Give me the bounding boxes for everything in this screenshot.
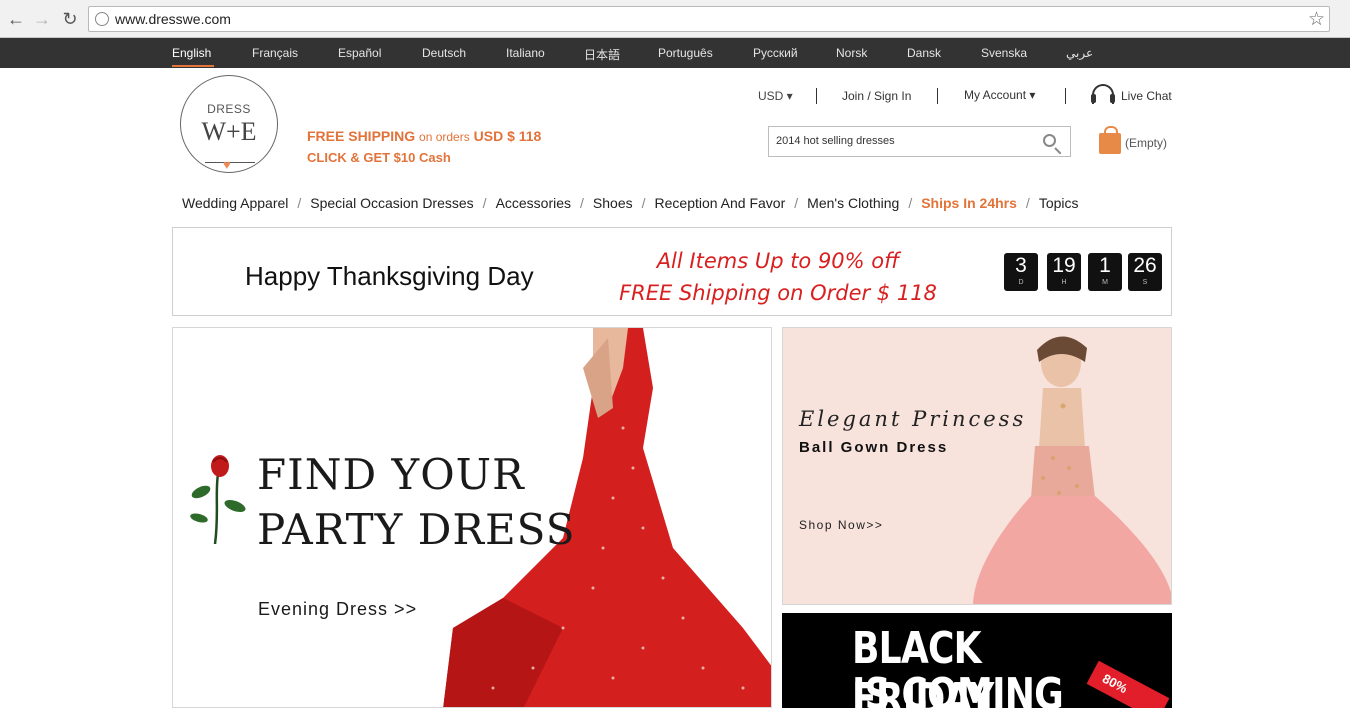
nav-wedding-apparel[interactable]: Wedding Apparel	[182, 195, 288, 211]
black-friday-subheadline: IS COMING	[852, 669, 1064, 708]
nav-reception-favor[interactable]: Reception And Favor	[655, 195, 786, 211]
site-logo[interactable]: DRESS W+E ♥	[180, 75, 278, 173]
lang-arabic[interactable]: عربي	[1066, 46, 1093, 60]
promo-discount-line: All Items Up to 90% off	[656, 249, 900, 273]
shop-now-link[interactable]: Shop Now>>	[799, 518, 883, 532]
search-icon[interactable]	[1043, 134, 1056, 147]
heart-icon: ♥	[223, 157, 231, 172]
active-language-indicator	[172, 65, 214, 67]
lang-norwegian[interactable]: Norsk	[836, 46, 867, 60]
countdown-value: 3	[1015, 254, 1027, 277]
nav-separator: /	[794, 195, 799, 211]
address-bar-url[interactable]: www.dresswe.com	[115, 11, 231, 27]
nav-ships-24hrs[interactable]: Ships In 24hrs	[921, 195, 1017, 211]
ball-gown-model-image	[973, 336, 1171, 604]
shopping-bag-icon[interactable]	[1099, 126, 1121, 154]
lang-swedish[interactable]: Svenska	[981, 46, 1027, 60]
nav-separator: /	[297, 195, 302, 211]
nav-special-occasion[interactable]: Special Occasion Dresses	[310, 195, 473, 211]
chevron-down-icon: ▾	[783, 89, 793, 103]
lang-german[interactable]: Deutsch	[422, 46, 466, 60]
lang-japanese[interactable]: 日本語	[584, 46, 620, 63]
language-bar: English Français Español Deutsch Italian…	[0, 38, 1350, 68]
nav-topics[interactable]: Topics	[1039, 195, 1079, 211]
globe-icon	[95, 12, 109, 26]
countdown-minutes: 1 M	[1088, 253, 1122, 291]
princess-gown-banner[interactable]: Elegant Princess Ball Gown Dress Shop No…	[782, 327, 1172, 605]
countdown-seconds: 26 S	[1128, 253, 1162, 291]
lang-russian[interactable]: Русский	[753, 46, 798, 60]
hero-headline-line1: FIND YOUR	[257, 450, 525, 499]
hero-headline-line2: PARTY DRESS	[257, 505, 576, 554]
countdown-value: 19	[1052, 254, 1076, 277]
category-nav: Wedding Apparel / Special Occasion Dresses…	[182, 195, 1079, 211]
countdown-hours: 19 H	[1047, 253, 1081, 291]
chevron-down-icon: ▾	[1026, 88, 1036, 102]
nav-separator: /	[482, 195, 487, 211]
currency-value: USD	[758, 89, 784, 103]
live-chat-link[interactable]: Live Chat	[1121, 89, 1172, 103]
forward-arrow-icon[interactable]: →	[32, 9, 52, 29]
countdown-unit: M	[1102, 279, 1108, 286]
search-input[interactable]: 2014 hot selling dresses	[776, 135, 895, 147]
my-account-label: My Account	[964, 88, 1027, 102]
on-orders-label: on orders	[419, 130, 470, 144]
countdown-value: 1	[1099, 254, 1111, 277]
divider	[816, 88, 817, 104]
nav-accessories[interactable]: Accessories	[496, 195, 571, 211]
shipping-threshold: USD $ 118	[473, 128, 542, 144]
princess-subtitle: Ball Gown Dress	[799, 439, 949, 456]
address-bar[interactable]: www.dresswe.com ☆	[88, 6, 1330, 32]
countdown-unit: H	[1061, 279, 1067, 286]
currency-selector[interactable]: USD ▾	[758, 89, 793, 103]
thanksgiving-promo: All Items Up to 90% off FREE Shipping on…	[613, 245, 943, 309]
lang-danish[interactable]: Dansk	[907, 46, 941, 60]
back-arrow-icon[interactable]: ←	[6, 9, 26, 29]
lang-spanish[interactable]: Español	[338, 46, 381, 60]
countdown-unit: S	[1142, 279, 1148, 286]
evening-dress-link[interactable]: Evening Dress >>	[258, 599, 417, 620]
bookmark-star-icon[interactable]: ☆	[1308, 8, 1325, 31]
nav-mens-clothing[interactable]: Men's Clothing	[807, 195, 899, 211]
party-dress-banner[interactable]: FIND YOUR PARTY DRESS Evening Dress >>	[172, 327, 772, 708]
reload-icon[interactable]: ↻	[60, 9, 80, 29]
rose-icon	[190, 455, 246, 544]
nav-shoes[interactable]: Shoes	[593, 195, 633, 211]
nav-separator: /	[641, 195, 646, 211]
cart-status[interactable]: (Empty)	[1125, 136, 1167, 150]
headset-icon[interactable]	[1091, 84, 1115, 104]
black-friday-banner[interactable]: BLACK FRIDAY IS COMING 80%	[782, 613, 1172, 708]
cash-promo-link[interactable]: CLICK & GET $10 Cash	[307, 150, 451, 165]
thanksgiving-title: Happy Thanksgiving Day	[245, 261, 534, 291]
logo-we-text: W+E	[201, 117, 257, 146]
lang-french[interactable]: Français	[252, 46, 298, 60]
nav-separator: /	[908, 195, 913, 211]
promo-shipping-line: FREE Shipping on Order $ 118	[619, 281, 937, 305]
lang-italian[interactable]: Italiano	[506, 46, 545, 60]
free-shipping-label: FREE SHIPPING	[307, 128, 416, 144]
lang-portuguese[interactable]: Português	[658, 46, 713, 60]
free-shipping-promo[interactable]: FREE SHIPPING on orders USD $ 118	[307, 128, 541, 144]
nav-separator: /	[580, 195, 584, 211]
join-signin-link[interactable]: Join / Sign In	[842, 89, 911, 103]
countdown-value: 26	[1133, 254, 1157, 277]
princess-title: Elegant Princess	[799, 407, 1027, 431]
divider	[1065, 88, 1066, 104]
my-account-menu[interactable]: My Account ▾	[964, 88, 1035, 102]
divider	[937, 88, 938, 104]
browser-toolbar: ← → ↻ www.dresswe.com ☆	[0, 0, 1350, 38]
countdown-days: 3 D	[1004, 253, 1038, 291]
lang-english[interactable]: English	[172, 46, 211, 60]
logo-dress-text: DRESS	[207, 102, 251, 116]
search-box[interactable]: 2014 hot selling dresses	[768, 126, 1071, 157]
countdown-unit: D	[1018, 279, 1024, 286]
nav-separator: /	[1025, 195, 1030, 211]
thanksgiving-banner[interactable]: Happy Thanksgiving Day All Items Up to 9…	[172, 227, 1172, 316]
